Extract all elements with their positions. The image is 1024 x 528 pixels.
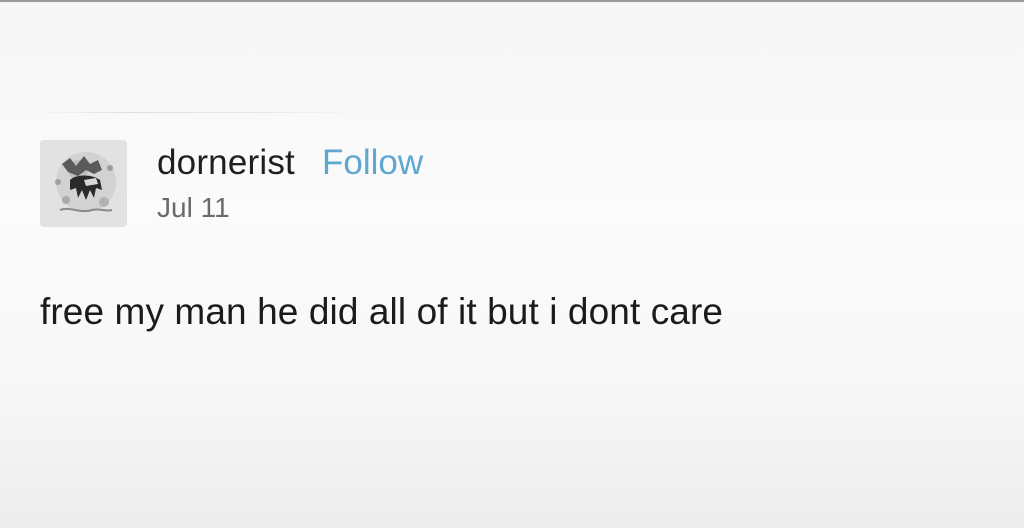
- avatar-image-icon: [40, 140, 127, 227]
- top-border: [0, 0, 1024, 2]
- divider: [30, 112, 360, 113]
- avatar[interactable]: [40, 140, 127, 227]
- name-row: dornerist Follow: [157, 140, 423, 186]
- post-header: dornerist Follow Jul 11: [40, 140, 1000, 227]
- post-card: dornerist Follow Jul 11 free my man he d…: [40, 140, 1000, 335]
- follow-button[interactable]: Follow: [322, 140, 423, 186]
- post-date[interactable]: Jul 11: [157, 190, 423, 226]
- username-link[interactable]: dornerist: [157, 140, 295, 186]
- post-meta: dornerist Follow Jul 11: [157, 140, 423, 226]
- post-body: free my man he did all of it but i dont …: [40, 291, 724, 332]
